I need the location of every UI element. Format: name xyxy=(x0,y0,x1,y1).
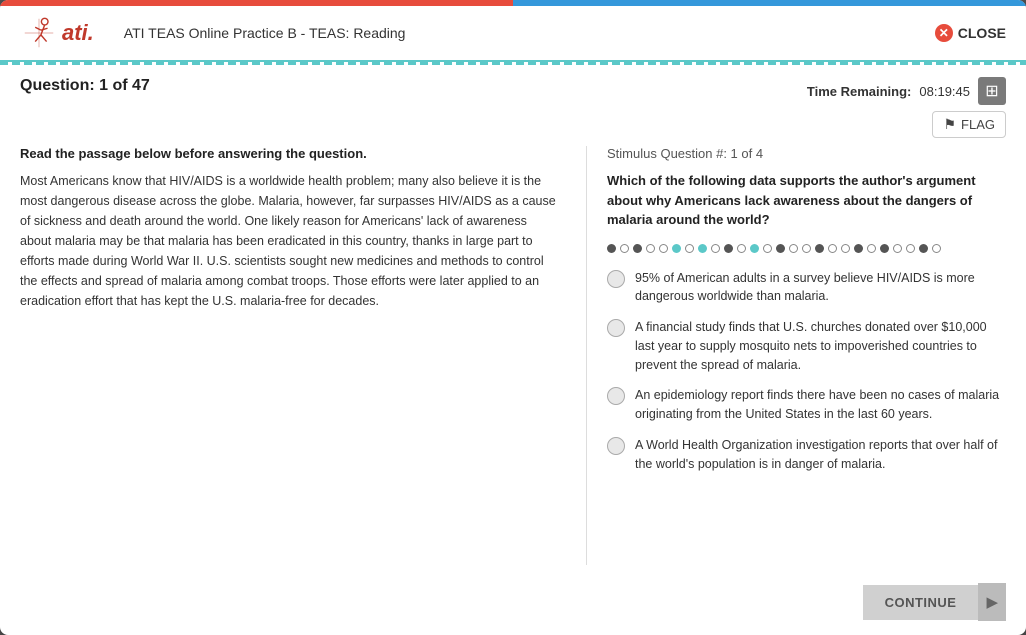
close-icon: ✕ xyxy=(935,24,953,42)
close-button[interactable]: ✕ CLOSE xyxy=(935,24,1006,42)
logo-text: ati. xyxy=(62,20,94,46)
radio-circle xyxy=(607,319,625,337)
stimulus-header: Stimulus Question #: 1 of 4 xyxy=(607,146,1006,161)
flag-button[interactable]: ⚑ FLAG xyxy=(932,111,1006,138)
footer: CONTINUE ▶ xyxy=(0,575,1026,635)
main-window: ati. ATI TEAS Online Practice B - TEAS: … xyxy=(0,0,1026,635)
progress-dot xyxy=(867,244,876,253)
continue-label: CONTINUE xyxy=(863,585,979,620)
progress-dot xyxy=(763,244,772,253)
option-text: An epidemiology report finds there have … xyxy=(635,386,1006,424)
progress-dot xyxy=(672,244,681,253)
progress-dot xyxy=(802,244,811,253)
options-list: 95% of American adults in a survey belie… xyxy=(607,269,1006,474)
question-number: Question: 1 of 47 xyxy=(20,77,150,95)
progress-dot xyxy=(698,244,707,253)
flag-label: FLAG xyxy=(961,117,995,132)
progress-dot xyxy=(841,244,850,253)
answer-option-d[interactable]: A World Health Organization investigatio… xyxy=(607,436,1006,474)
progress-dot xyxy=(711,244,720,253)
ati-logo-icon xyxy=(20,14,58,52)
timer-row: Time Remaining: 08:19:45 ⊞ xyxy=(807,77,1006,105)
option-text: A World Health Organization investigatio… xyxy=(635,436,1006,474)
option-text: 95% of American adults in a survey belie… xyxy=(635,269,1006,307)
option-text: A financial study finds that U.S. church… xyxy=(635,318,1006,374)
progress-dot xyxy=(607,244,616,253)
timer-label: Time Remaining: xyxy=(807,84,912,99)
read-instruction: Read the passage below before answering … xyxy=(20,146,556,161)
progress-dot xyxy=(724,244,733,253)
passage-text: Most Americans know that HIV/AIDS is a w… xyxy=(20,171,556,311)
progress-dot xyxy=(789,244,798,253)
right-panel: Stimulus Question #: 1 of 4 Which of the… xyxy=(586,146,1006,565)
timer-value: 08:19:45 xyxy=(919,84,970,99)
answer-option-a[interactable]: 95% of American adults in a survey belie… xyxy=(607,269,1006,307)
progress-dot xyxy=(893,244,902,253)
progress-dot xyxy=(620,244,629,253)
progress-dot xyxy=(776,244,785,253)
progress-dots xyxy=(607,244,1006,253)
progress-dot xyxy=(646,244,655,253)
progress-dot xyxy=(750,244,759,253)
question-text: Which of the following data supports the… xyxy=(607,171,1006,230)
logo: ati. xyxy=(20,14,94,52)
progress-dot xyxy=(659,244,668,253)
answer-option-c[interactable]: An epidemiology report finds there have … xyxy=(607,386,1006,424)
progress-dot xyxy=(854,244,863,253)
main-area: Read the passage below before answering … xyxy=(0,146,1026,575)
progress-dot xyxy=(633,244,642,253)
content-area: Question: 1 of 47 Time Remaining: 08:19:… xyxy=(0,65,1026,635)
progress-dot xyxy=(815,244,824,253)
progress-dot xyxy=(737,244,746,253)
radio-circle xyxy=(607,387,625,405)
question-header: Question: 1 of 47 Time Remaining: 08:19:… xyxy=(0,65,1026,146)
continue-button[interactable]: CONTINUE ▶ xyxy=(863,583,1006,621)
timer-area: Time Remaining: 08:19:45 ⊞ ⚑ FLAG xyxy=(807,77,1006,138)
progress-dot xyxy=(906,244,915,253)
close-label: CLOSE xyxy=(958,25,1006,41)
radio-circle xyxy=(607,270,625,288)
continue-arrow-icon: ▶ xyxy=(978,583,1006,621)
calculator-icon[interactable]: ⊞ xyxy=(978,77,1006,105)
progress-dot xyxy=(880,244,889,253)
header-title: ATI TEAS Online Practice B - TEAS: Readi… xyxy=(124,25,935,41)
radio-circle xyxy=(607,437,625,455)
progress-dot xyxy=(685,244,694,253)
progress-dot xyxy=(919,244,928,253)
progress-dot xyxy=(828,244,837,253)
answer-option-b[interactable]: A financial study finds that U.S. church… xyxy=(607,318,1006,374)
flag-icon: ⚑ xyxy=(943,116,956,133)
header: ati. ATI TEAS Online Practice B - TEAS: … xyxy=(0,6,1026,62)
left-panel: Read the passage below before answering … xyxy=(20,146,566,565)
progress-dot xyxy=(932,244,941,253)
